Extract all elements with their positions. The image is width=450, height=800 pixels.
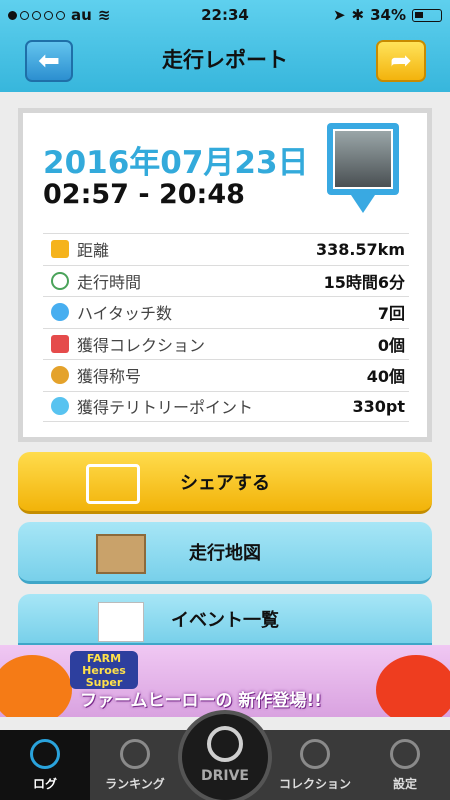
stat-row-collection: 獲得コレクション 0個	[43, 327, 409, 360]
motorcycle-photo	[333, 129, 393, 189]
car-icon	[51, 334, 69, 353]
tab-settings-label: 設定	[392, 777, 417, 791]
drive-label: DRIVE	[200, 768, 249, 784]
stat-label: 獲得テリトリーポイント	[77, 398, 254, 418]
tab-ranking[interactable]: ランキング	[90, 730, 180, 800]
stat-value: 7回	[377, 304, 405, 324]
stat-value: 15時間6分	[323, 272, 405, 292]
share-icon	[86, 464, 140, 504]
hand-icon	[51, 303, 69, 322]
event-list-label: イベント一覧	[171, 609, 279, 631]
stat-label: 走行時間	[77, 272, 142, 292]
tab-collection-label: コレクション	[278, 777, 351, 791]
stat-row-distance: 距離 338.57km	[43, 233, 409, 265]
fruit-character-right	[376, 655, 450, 717]
stat-value: 330pt	[352, 396, 406, 416]
bluetooth-icon: ✱	[351, 6, 365, 24]
pin-tip	[351, 195, 375, 213]
stat-row-territory: 獲得テリトリーポイント 330pt	[43, 390, 409, 422]
stat-row-titles: 獲得称号 40個	[43, 359, 409, 391]
power-icon	[207, 726, 243, 762]
stat-label: 獲得コレクション	[77, 335, 206, 355]
stat-label: 距離	[77, 241, 110, 261]
stat-label: 獲得称号	[77, 367, 142, 387]
map-icon	[96, 534, 146, 574]
tab-log[interactable]: ログ	[0, 730, 90, 800]
fruit-character-left	[0, 655, 72, 717]
tab-log-label: ログ	[32, 777, 57, 791]
tab-collection[interactable]: コレクション	[270, 730, 360, 800]
event-list-button[interactable]: イベント一覧	[18, 594, 432, 646]
share-icon: ➦	[390, 46, 412, 76]
stat-value: 0個	[377, 335, 405, 355]
drive-button[interactable]: DRIVE	[178, 710, 272, 800]
stat-value: 40個	[366, 367, 405, 387]
stat-value: 338.57km	[315, 239, 405, 259]
header: au ≋ 22:34 ➤ ✱ 34% ⬅ 走行レポート ➦	[0, 0, 450, 92]
ad-slogan: ファームヒーローの 新作登場!!	[80, 691, 322, 711]
location-icon: ➤	[332, 6, 346, 24]
ad-banner[interactable]: FARM Heroes Super ファームヒーローの 新作登場!!	[0, 645, 450, 717]
medal-icon	[51, 366, 69, 385]
photo-pin[interactable]	[327, 123, 399, 217]
star-icon	[300, 739, 330, 769]
log-icon	[30, 739, 60, 769]
report-time-range: 02:57 - 20:48	[43, 179, 245, 210]
battery-label: 34%	[370, 6, 406, 24]
share-header-button[interactable]: ➦	[376, 40, 426, 82]
share-button-label: シェアする	[180, 472, 270, 494]
km-icon	[51, 240, 69, 259]
spot-icon	[51, 397, 69, 416]
status-right: ➤ ✱ 34%	[333, 6, 442, 24]
stat-row-duration: 走行時間 15時間6分	[43, 264, 409, 297]
tab-ranking-label: ランキング	[105, 777, 165, 791]
stats-list: 距離 338.57km 走行時間 15時間6分 ハイタッチ数 7回 獲得コレクシ…	[43, 233, 409, 422]
report-card: 2016年07月23日 02:57 - 20:48 距離 338.57km 走行…	[18, 108, 432, 442]
stat-label: ハイタッチ数	[77, 304, 173, 324]
stat-row-hightouch: ハイタッチ数 7回	[43, 296, 409, 328]
status-bar: au ≋ 22:34 ➤ ✱ 34%	[0, 0, 450, 30]
route-map-button[interactable]: 走行地図	[18, 522, 432, 584]
clock-icon	[51, 271, 69, 290]
report-date: 2016年07月23日	[43, 145, 309, 181]
document-icon	[98, 602, 144, 642]
photo-frame	[327, 123, 399, 195]
route-map-label: 走行地図	[189, 542, 261, 564]
gear-icon	[390, 739, 420, 769]
tab-settings[interactable]: 設定	[360, 730, 450, 800]
share-button[interactable]: シェアする	[18, 452, 432, 514]
trophy-icon	[120, 739, 150, 769]
ad-logo: FARM Heroes Super	[70, 651, 138, 689]
battery-icon	[412, 8, 442, 22]
